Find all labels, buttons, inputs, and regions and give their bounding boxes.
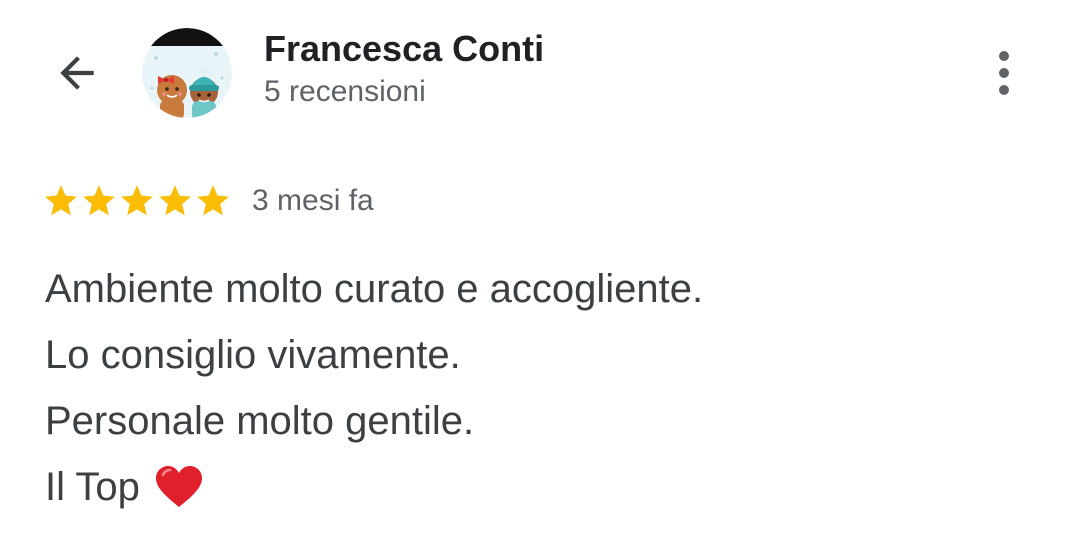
review-line: Ambiente molto curato e accogliente. — [45, 256, 1045, 322]
red-heart-icon — [155, 466, 202, 507]
review-line-text: Ambiente molto curato e accogliente. — [45, 267, 704, 311]
review-line: Il Top — [45, 454, 1045, 520]
review-line-text: Personale molto gentile. — [45, 399, 475, 443]
review-time: 3 mesi fa — [252, 184, 374, 217]
star-icon — [83, 185, 115, 216]
review-line-text: Lo consiglio vivamente. — [45, 333, 461, 377]
review-count[interactable]: 5 recensioni — [264, 74, 426, 110]
review-line: Personale molto gentile. — [45, 388, 1045, 454]
star-icon — [159, 185, 191, 216]
more-vertical-icon-dot — [999, 85, 1009, 95]
review-line: Lo consiglio vivamente. — [45, 322, 1045, 388]
avatar[interactable] — [142, 28, 232, 118]
review-line-text: Il Top — [45, 465, 140, 509]
more-vertical-icon-dot — [999, 68, 1009, 78]
author-name[interactable]: Francesca Conti — [264, 28, 544, 70]
gingerbread-couple-avatar-icon — [142, 28, 232, 118]
star-icon — [197, 185, 229, 216]
review-text: Ambiente molto curato e accogliente. Lo … — [45, 256, 1045, 520]
star-icon — [45, 185, 77, 216]
more-options-button[interactable] — [976, 42, 1032, 104]
rating-row: 3 mesi fa — [42, 180, 374, 222]
more-vertical-icon — [999, 51, 1009, 61]
star-rating — [42, 182, 232, 220]
back-button[interactable] — [46, 42, 108, 104]
arrow-left-icon — [60, 56, 94, 90]
star-icon — [121, 185, 153, 216]
